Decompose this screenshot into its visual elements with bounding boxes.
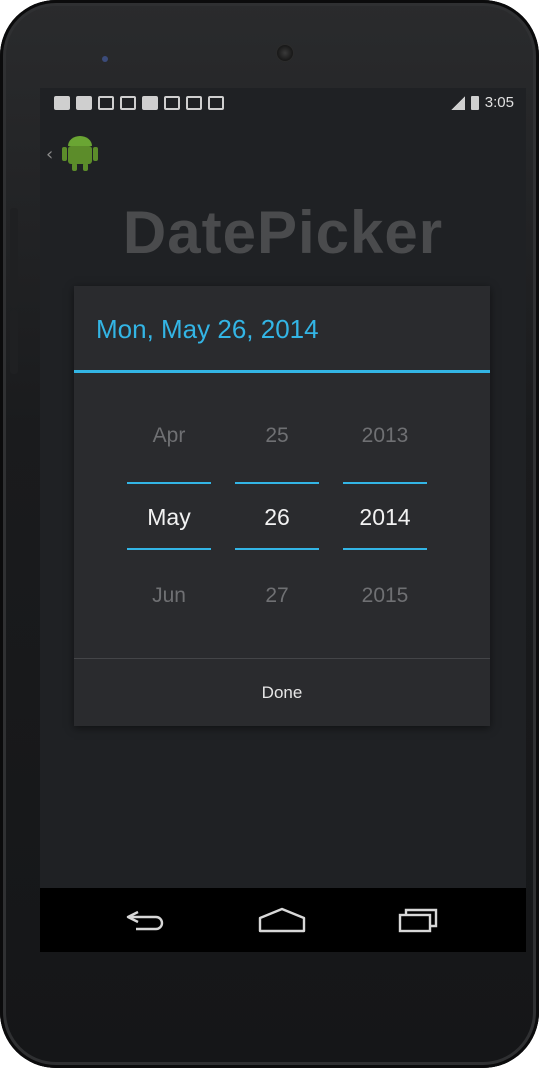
action-bar: ‹ <box>40 128 526 178</box>
phone-frame: 3:05 ‹ DatePicker Mon, May 26, 2014 Apr … <box>0 0 539 1068</box>
back-chevron-icon[interactable]: ‹ <box>46 144 53 165</box>
selection-line <box>235 548 319 550</box>
play-store-icon <box>186 96 202 110</box>
sensor-dot <box>102 56 108 62</box>
day-picker[interactable]: 25 26 27 <box>232 386 322 636</box>
selection-line <box>235 482 319 484</box>
day-prev[interactable]: 25 <box>232 424 322 448</box>
front-camera <box>276 44 294 62</box>
month-next[interactable]: Jun <box>124 584 214 608</box>
date-picker-dialog: Mon, May 26, 2014 Apr May Jun 25 26 27 2… <box>74 286 490 726</box>
day-next[interactable]: 27 <box>232 584 322 608</box>
month-prev[interactable]: Apr <box>124 424 214 448</box>
android-app-icon[interactable] <box>62 134 98 172</box>
gmail-icon <box>120 96 136 110</box>
selection-line <box>343 548 427 550</box>
year-picker[interactable]: 2013 2014 2015 <box>340 386 430 636</box>
status-time: 3:05 <box>484 94 514 111</box>
year-current[interactable]: 2014 <box>340 504 430 531</box>
facebook-icon <box>142 96 158 110</box>
person-add-icon <box>164 96 180 110</box>
notification-icons <box>54 96 224 110</box>
done-button[interactable]: Done <box>74 660 490 726</box>
dialog-title: Mon, May 26, 2014 <box>96 314 319 344</box>
button-divider <box>74 658 490 659</box>
recent-apps-icon[interactable] <box>378 896 458 944</box>
title-divider <box>74 370 490 373</box>
image-icon <box>98 96 114 110</box>
power-button <box>10 310 18 374</box>
year-next[interactable]: 2015 <box>340 584 430 608</box>
status-right: 3:05 <box>450 94 514 111</box>
app-heading: DatePicker <box>122 199 444 266</box>
volume-button <box>10 208 18 308</box>
chat-icon <box>54 96 70 110</box>
checkbox-icon <box>208 96 224 110</box>
month-picker[interactable]: Apr May Jun <box>124 386 214 636</box>
month-current[interactable]: May <box>124 504 214 531</box>
chat-icon <box>76 96 92 110</box>
screen: 3:05 ‹ DatePicker Mon, May 26, 2014 Apr … <box>40 88 526 952</box>
selection-line <box>127 548 211 550</box>
signal-icon <box>450 95 465 110</box>
status-bar: 3:05 <box>40 88 526 124</box>
selection-line <box>343 482 427 484</box>
home-icon[interactable] <box>242 896 322 944</box>
day-current[interactable]: 26 <box>232 504 322 531</box>
year-prev[interactable]: 2013 <box>340 424 430 448</box>
battery-icon <box>470 95 479 110</box>
selection-line <box>127 482 211 484</box>
back-icon[interactable] <box>106 896 186 944</box>
navigation-bar <box>40 888 526 952</box>
